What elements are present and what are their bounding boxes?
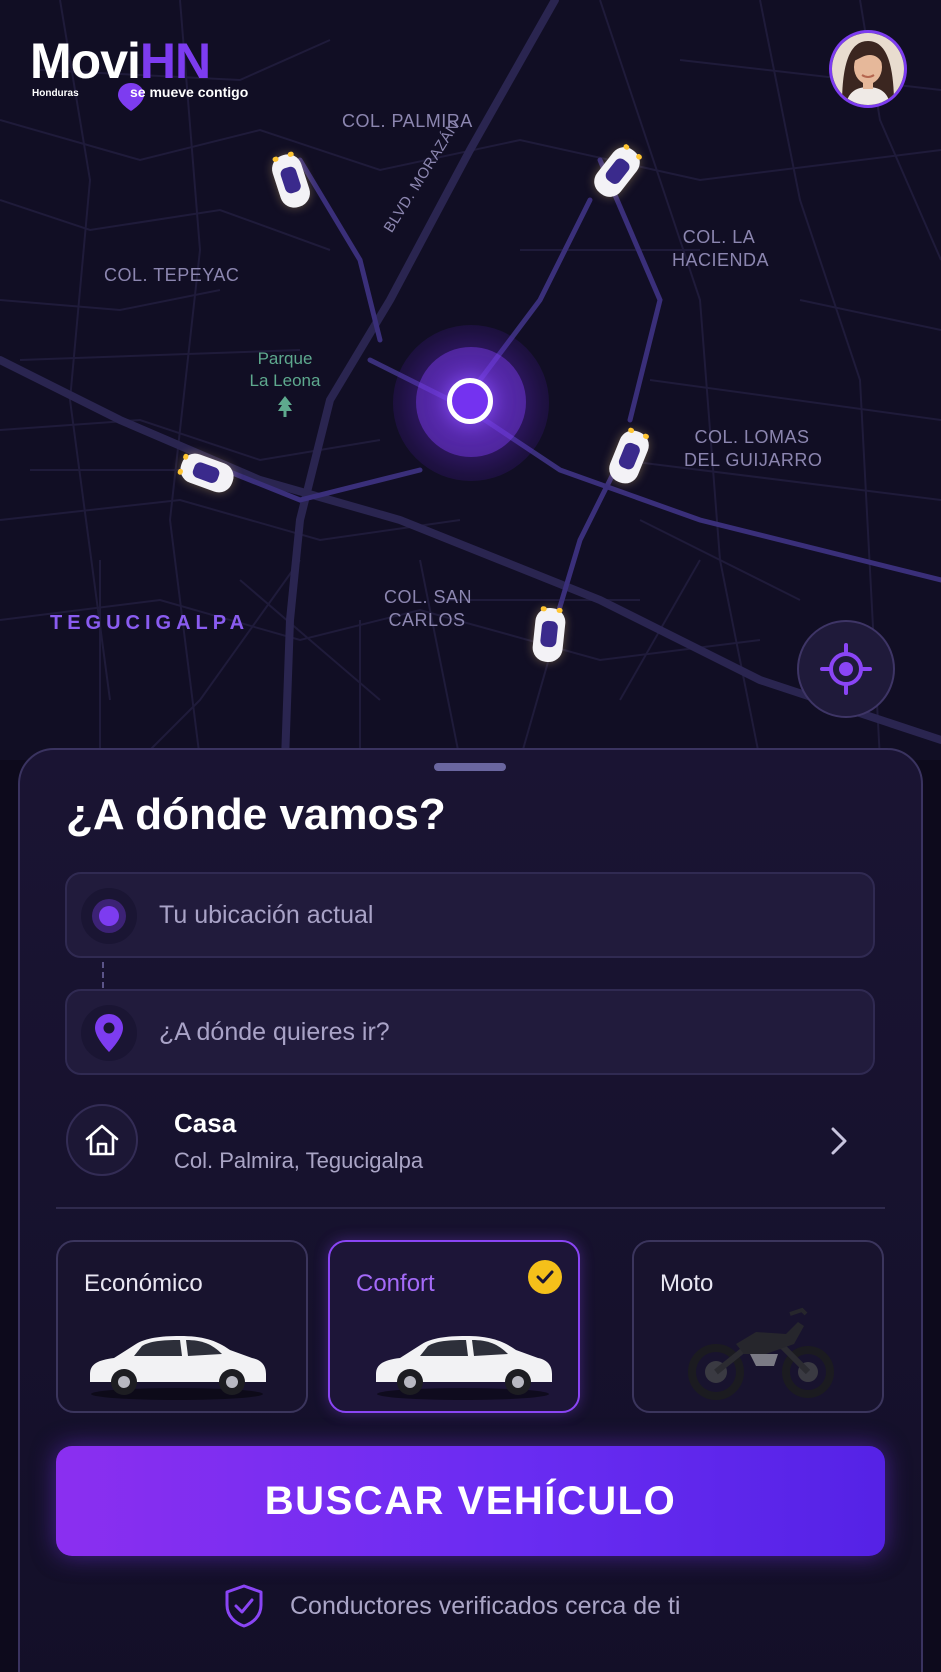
destination-field[interactable] xyxy=(65,989,875,1075)
vehicle-label: Moto xyxy=(660,1270,714,1297)
map-park: Parque La Leona xyxy=(238,348,332,418)
vehicle-label: Confort xyxy=(356,1270,435,1297)
selected-check-icon xyxy=(528,1260,562,1294)
avatar-portrait-icon xyxy=(832,33,904,105)
verified-drivers-text: Conductores verificados cerca de ti xyxy=(290,1591,681,1620)
sedan-icon xyxy=(90,1336,266,1400)
logo-country: Honduras xyxy=(32,88,79,99)
home-icon xyxy=(85,1124,119,1156)
recenter-button[interactable] xyxy=(797,620,895,718)
vehicle-option-confort[interactable]: Confort xyxy=(328,1240,580,1413)
route-connector xyxy=(102,962,104,988)
origin-input[interactable] xyxy=(159,874,839,956)
current-location-marker xyxy=(447,378,493,424)
section-divider xyxy=(56,1207,885,1209)
map-view[interactable]: COL. PALMIRA COL. TEPEYAC COL. LA HACIEN… xyxy=(0,0,941,760)
logo-tagline: se mueve contigo xyxy=(130,84,249,100)
brand-logo: MoviHN Honduras se mueve contigo xyxy=(30,32,260,112)
map-pin-icon xyxy=(95,1014,123,1052)
motorcycle-icon xyxy=(688,1307,834,1400)
logo-word-movi: Movi xyxy=(30,33,141,89)
map-label-hacienda: COL. LA HACIENDA xyxy=(672,227,770,270)
map-label-tepeyac: COL. TEPEYAC xyxy=(104,265,240,285)
saved-place-home[interactable]: Casa Col. Palmira, Tegucigalpa xyxy=(66,1100,892,1182)
search-vehicle-button[interactable]: BUSCAR VEHÍCULO xyxy=(56,1446,885,1556)
map-label-lomas: COL. LOMAS DEL GUIJARRO xyxy=(684,427,823,470)
origin-dot-icon xyxy=(92,899,126,933)
vehicle-label: Económico xyxy=(84,1270,203,1297)
vehicle-option-economico[interactable]: Económico xyxy=(56,1240,308,1413)
origin-icon-wrap xyxy=(81,888,137,944)
saved-place-address: Col. Palmira, Tegucigalpa xyxy=(174,1148,424,1173)
sheet-drag-handle[interactable] xyxy=(434,763,506,771)
tree-icon xyxy=(278,396,292,417)
verified-drivers-note: Conductores verificados cerca de ti xyxy=(222,1584,680,1628)
chevron-right-icon xyxy=(831,1127,847,1155)
map-label-san-carlos: COL. SAN CARLOS xyxy=(384,587,473,630)
destination-icon-wrap xyxy=(81,1005,137,1061)
sedan-icon xyxy=(376,1336,552,1400)
vehicle-option-moto[interactable]: Moto xyxy=(632,1240,884,1413)
shield-check-icon xyxy=(225,1584,263,1628)
origin-field[interactable] xyxy=(65,872,875,958)
crosshair-icon xyxy=(820,643,872,695)
destination-input[interactable] xyxy=(159,991,839,1073)
user-avatar[interactable] xyxy=(829,30,907,108)
logo-word-hn: HN xyxy=(139,33,211,89)
saved-place-name: Casa xyxy=(174,1108,237,1138)
sheet-title: ¿A dónde vamos? xyxy=(66,790,446,839)
map-label-city: TEGUCIGALPA xyxy=(50,612,250,634)
home-icon-wrap xyxy=(66,1104,138,1176)
